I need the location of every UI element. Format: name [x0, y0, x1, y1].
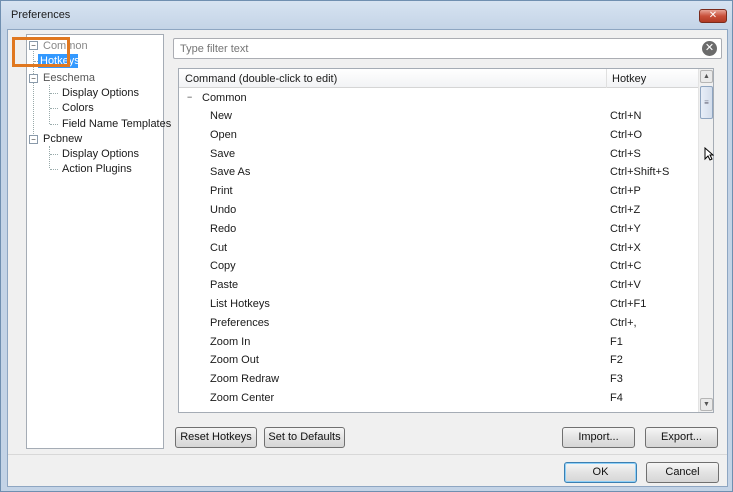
hotkey-row[interactable]: Preferences Ctrl+,	[179, 314, 698, 332]
hotkey-command: Undo	[210, 204, 237, 216]
collapse-eeschema-icon[interactable]: −	[29, 74, 38, 83]
hotkey-value: Ctrl+F1	[610, 298, 647, 310]
tree-connector	[49, 146, 50, 168]
ok-button[interactable]: OK	[564, 462, 637, 483]
hotkey-command: Copy	[210, 260, 236, 273]
hotkey-value: Ctrl+S	[610, 147, 641, 160]
hotkey-value: Ctrl+,	[610, 316, 637, 329]
hotkey-command: Paste	[210, 279, 239, 292]
hotkey-row[interactable]: Zoom Center F4	[179, 389, 698, 407]
hotkey-value: Ctrl+X	[610, 241, 641, 254]
clear-filter-icon[interactable]: ✕	[702, 41, 717, 56]
hotkey-row[interactable]: Cut Ctrl+X	[179, 239, 698, 257]
hotkey-row[interactable]: Undo Ctrl+Z	[179, 201, 698, 219]
dialog-footer: OK Cancel	[8, 455, 727, 486]
scroll-up-arrow-icon[interactable]: ▲	[700, 70, 713, 83]
hotkey-row[interactable]: Print Ctrl+P	[179, 182, 698, 200]
hotkey-command: Save	[210, 147, 236, 160]
tree-connector	[50, 124, 58, 125]
hotkey-row[interactable]: Save As Ctrl+Shift+S	[179, 163, 698, 181]
hotkey-row[interactable]: Redo Ctrl+Y	[179, 220, 698, 238]
tree-connector	[50, 169, 58, 170]
hotkey-value: F4	[610, 392, 623, 404]
hotkey-row[interactable]: Copy Ctrl+C	[179, 257, 698, 275]
collapse-group-icon[interactable]: −	[187, 93, 195, 102]
window-title: Preferences	[11, 9, 71, 21]
group-row-common[interactable]: − Common	[179, 89, 698, 107]
export-button[interactable]: Export...	[645, 427, 718, 448]
hotkey-command: Redo	[210, 222, 237, 235]
filter-input[interactable]	[180, 41, 690, 56]
hotkey-value: Ctrl+N	[610, 110, 642, 122]
hotkey-row[interactable]: Zoom In F1	[179, 333, 698, 351]
tree-item-colors[interactable]: Colors	[62, 101, 94, 115]
tree-item-eeschema-display-options[interactable]: Display Options	[62, 86, 139, 100]
hotkey-row[interactable]: Zoom Redraw F3	[179, 370, 698, 388]
hotkey-value: Ctrl+V	[610, 279, 641, 292]
hotkey-value: Ctrl+Y	[610, 222, 641, 235]
hotkey-value: Ctrl+Z	[610, 204, 641, 216]
tree-item-action-plugins[interactable]: Action Plugins	[62, 162, 132, 176]
hotkey-command: Print	[210, 185, 233, 198]
hotkey-value: Home	[610, 408, 639, 412]
preferences-window: Preferences ✕ − Common Hotkeys − Eeschem…	[0, 0, 733, 492]
hotkey-value: F1	[610, 335, 623, 348]
tree-connector	[49, 85, 50, 124]
cancel-button[interactable]: Cancel	[646, 462, 719, 483]
filter-field[interactable]: ✕	[173, 38, 722, 59]
scrollbar-thumb[interactable]: ≡	[700, 86, 713, 119]
close-icon: ✕	[708, 10, 718, 21]
tree-item-field-name-templates[interactable]: Field Name Templates	[62, 117, 171, 131]
tree-item-pcbnew[interactable]: Pcbnew	[43, 132, 82, 146]
set-to-defaults-button[interactable]: Set to Defaults	[264, 427, 345, 448]
tree-connector	[50, 93, 58, 94]
column-header-hotkey[interactable]: Hotkey	[612, 73, 646, 85]
tree-item-pcbnew-display-options[interactable]: Display Options	[62, 147, 139, 161]
hotkey-row[interactable]: Save Ctrl+S	[179, 145, 698, 163]
mouse-pointer-icon	[704, 147, 714, 161]
hotkey-command: Cut	[210, 241, 228, 254]
hotkey-value: Ctrl+Shift+S	[610, 166, 670, 179]
hotkey-command: Preferences	[210, 316, 270, 329]
hotkey-value: F3	[610, 373, 623, 386]
hotkey-command: Zoom In	[210, 335, 251, 348]
scroll-down-arrow-icon[interactable]: ▼	[700, 398, 713, 411]
column-header-command[interactable]: Command (double-click to edit)	[185, 73, 337, 85]
import-button[interactable]: Import...	[562, 427, 635, 448]
tree-connector	[50, 108, 58, 109]
hotkey-row[interactable]: Zoom Out F2	[179, 351, 698, 369]
tree-item-eeschema[interactable]: Eeschema	[43, 71, 95, 85]
title-bar[interactable]: Preferences ✕	[1, 1, 732, 29]
hotkey-value: F2	[610, 354, 623, 367]
close-button[interactable]: ✕	[699, 9, 727, 23]
hotkey-row[interactable]: Open Ctrl+O	[179, 126, 698, 144]
hotkey-row[interactable]: New Ctrl+N	[179, 107, 698, 125]
hotkey-command: Zoom Redraw	[210, 373, 280, 386]
column-separator[interactable]	[606, 69, 607, 88]
hotkey-value: Ctrl+C	[610, 260, 642, 273]
hotkey-value: Ctrl+O	[610, 128, 643, 141]
hotkey-value: Ctrl+P	[610, 185, 641, 198]
group-label: Common	[202, 92, 247, 104]
dialog-client: − Common Hotkeys − Eeschema Display Opti…	[7, 29, 728, 487]
hotkey-command: Zoom Auto	[210, 408, 263, 412]
hotkey-command: Open	[210, 128, 237, 141]
hotkey-row[interactable]: Zoom Auto Home	[179, 408, 698, 412]
hotkey-command: Zoom Center	[210, 392, 275, 404]
hotkey-row[interactable]: Paste Ctrl+V	[179, 276, 698, 294]
annotation-highlight-box	[12, 37, 70, 67]
preferences-tree[interactable]: − Common Hotkeys − Eeschema Display Opti…	[26, 34, 171, 449]
reset-hotkeys-button[interactable]: Reset Hotkeys	[175, 427, 257, 448]
list-header: Command (double-click to edit) Hotkey	[179, 69, 698, 88]
hotkey-command: Save As	[210, 166, 251, 179]
tree-connector	[50, 154, 58, 155]
collapse-pcbnew-icon[interactable]: −	[29, 135, 38, 144]
vertical-scrollbar[interactable]: ▲ ≡ ▼	[698, 69, 713, 412]
hotkey-row[interactable]: List Hotkeys Ctrl+F1	[179, 295, 698, 313]
hotkey-command: Zoom Out	[210, 354, 259, 367]
hotkey-command: List Hotkeys	[210, 298, 270, 310]
hotkey-list[interactable]: Command (double-click to edit) Hotkey − …	[178, 68, 714, 413]
hotkey-command: New	[210, 110, 233, 122]
